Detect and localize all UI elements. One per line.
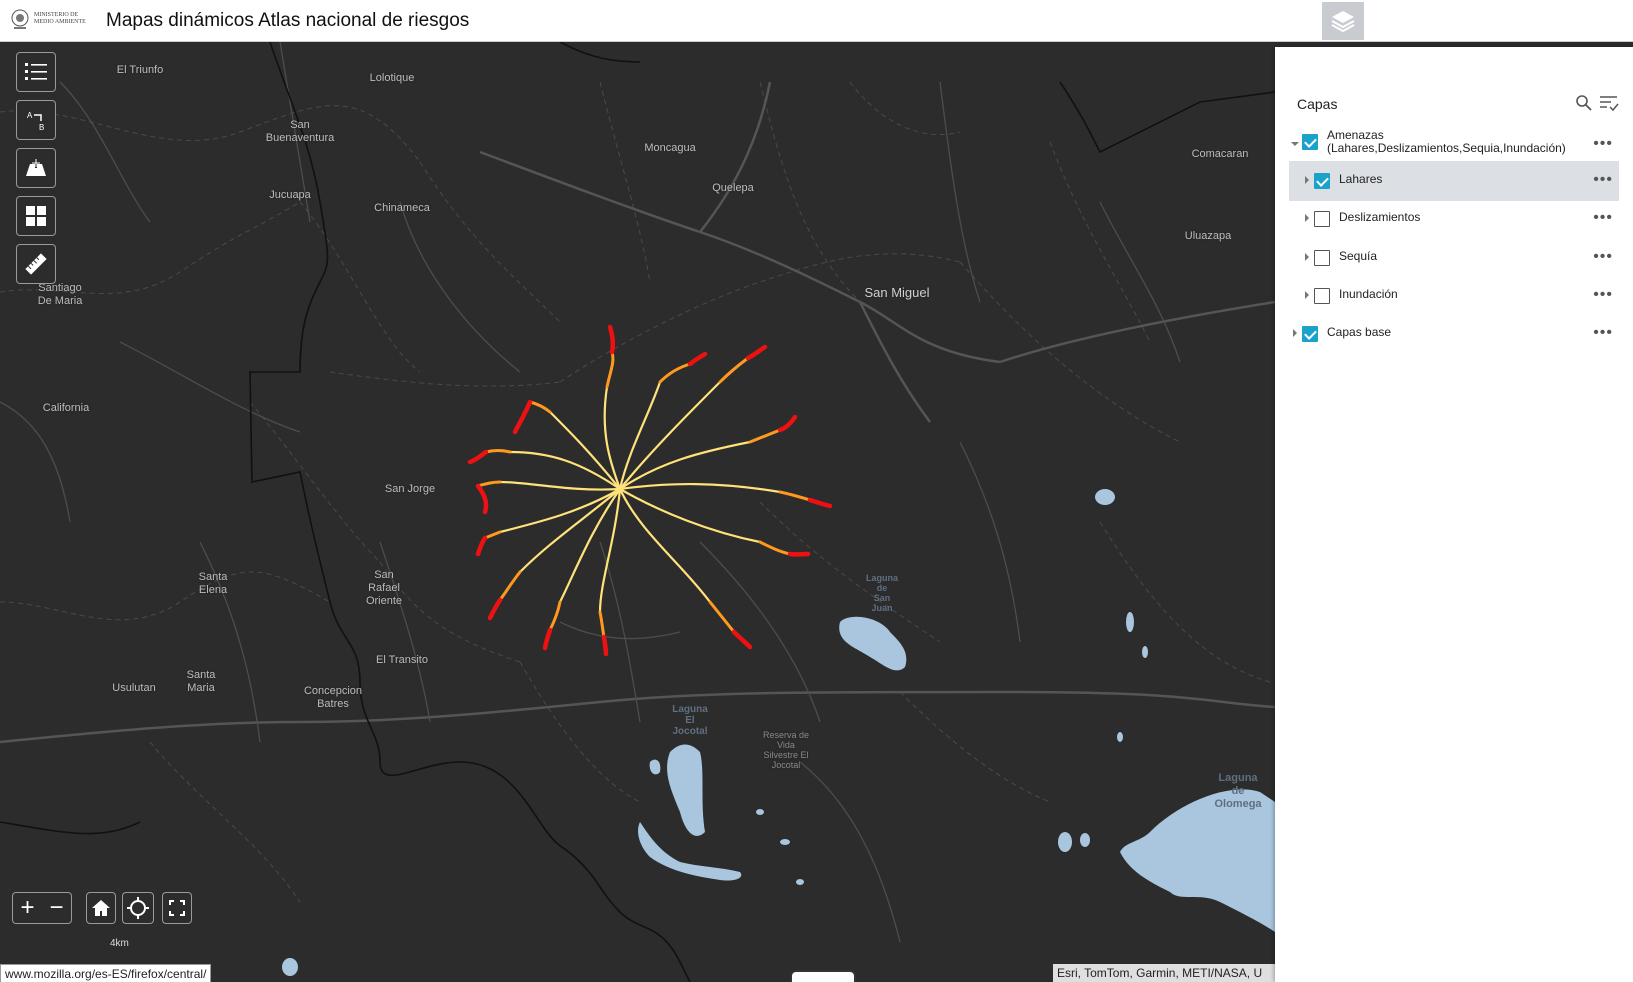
layers-icon xyxy=(1331,11,1355,33)
logo-text: MINISTERIO DE MEDIO AMBIENTE xyxy=(34,12,86,25)
place-label: San Rafael Oriente xyxy=(365,569,403,607)
place-label: Lolotique xyxy=(369,72,415,84)
app-header: MINISTERIO DE MEDIO AMBIENTE Mapas dinám… xyxy=(0,0,1633,42)
reserve-label: Reserva de Vida Silvestre El Jocotal xyxy=(762,730,810,770)
directions-a-b-icon: A B xyxy=(27,111,44,132)
layer-visibility-checkbox[interactable] xyxy=(1314,250,1330,266)
fullscreen-icon xyxy=(169,900,185,916)
layer-label: Sequía xyxy=(1339,249,1378,263)
layer-item-inundacion[interactable]: Inundación ••• xyxy=(1289,276,1619,316)
expand-caret-icon[interactable] xyxy=(1305,253,1309,261)
layer-visibility-checkbox[interactable] xyxy=(1314,211,1330,227)
place-label: San Jorge xyxy=(384,483,436,495)
zoom-control: + − xyxy=(12,892,72,924)
layers-toggle-button[interactable] xyxy=(1322,2,1364,40)
add-data-icon xyxy=(26,158,46,176)
fullscreen-button[interactable] xyxy=(162,892,192,924)
expand-caret-icon[interactable] xyxy=(1305,291,1309,299)
place-label: El Transito xyxy=(376,654,428,666)
locate-icon xyxy=(127,897,149,919)
map-attribution[interactable]: Esri, TomTom, Garmin, METI/NASA, U xyxy=(1053,964,1275,982)
layer-visibility-checkbox[interactable] xyxy=(1314,288,1330,304)
measure-ruler-icon xyxy=(25,253,47,275)
layer-list-panel: Capas Amenazas (Lahares,Deslizamientos,S… xyxy=(1275,47,1633,982)
place-label: Comacaran xyxy=(1191,148,1249,160)
expand-caret-icon[interactable] xyxy=(1291,142,1299,146)
scale-bar-label: 4km xyxy=(110,938,129,949)
basemap-gallery-button[interactable] xyxy=(16,196,56,236)
status-url: www.mozilla.org/es-ES/firefox/central/ xyxy=(0,964,212,982)
place-label: Moncagua xyxy=(644,142,696,154)
layer-options-button[interactable]: ••• xyxy=(1593,248,1613,266)
lake-label: Laguna de Olomega xyxy=(1214,772,1262,810)
place-label: San Miguel xyxy=(864,285,930,300)
layer-label: Deslizamientos xyxy=(1339,210,1421,224)
layer-label: Capas base xyxy=(1327,325,1392,339)
zoom-out-button[interactable]: − xyxy=(42,893,71,923)
lahares-layer xyxy=(467,324,833,657)
page-title: Mapas dinámicos Atlas nacional de riesgo… xyxy=(106,10,470,31)
layer-item-amenazas[interactable]: Amenazas (Lahares,Deslizamientos,Sequia,… xyxy=(1289,125,1619,161)
layer-visibility-checkbox[interactable] xyxy=(1314,173,1330,189)
lake-label: Laguna El Jocotal xyxy=(672,704,708,737)
layer-options-button[interactable]: ••• xyxy=(1593,286,1613,304)
layer-options-button[interactable]: ••• xyxy=(1593,171,1613,189)
layer-item-deslizamientos[interactable]: Deslizamientos ••• xyxy=(1289,199,1619,239)
panel-title: Capas xyxy=(1297,96,1338,112)
expand-caret-icon[interactable] xyxy=(1293,329,1297,337)
expand-caret-icon[interactable] xyxy=(1305,176,1309,184)
svg-text:B: B xyxy=(39,123,44,132)
place-label: Jucuapa xyxy=(269,189,311,201)
place-label: Santa Elena xyxy=(198,571,228,596)
bottom-panel-tab[interactable] xyxy=(790,970,856,982)
map-view[interactable]: El Triunfo Lolotique San Buenaventura Mo… xyxy=(0,42,1275,982)
layer-label: Amenazas (Lahares,Deslizamientos,Sequia,… xyxy=(1327,128,1566,155)
place-label: Santa Maria xyxy=(186,669,216,694)
place-label: Usulutan xyxy=(112,682,156,694)
layer-options-button[interactable]: ••• xyxy=(1593,209,1613,227)
place-label: Chinameca xyxy=(374,202,430,214)
zoom-in-button[interactable]: + xyxy=(13,893,42,923)
place-label: El Triunfo xyxy=(116,64,164,76)
ministry-seal-icon xyxy=(11,9,29,29)
place-label: California xyxy=(42,402,90,414)
locate-button[interactable] xyxy=(122,892,154,924)
place-label: Concepcion Batres xyxy=(303,685,363,710)
legend-button[interactable] xyxy=(16,52,56,92)
place-label: San Buenaventura xyxy=(265,119,335,144)
legend-list-icon xyxy=(25,63,47,80)
layer-item-lahares[interactable]: Lahares ••• xyxy=(1289,161,1619,201)
add-data-button[interactable] xyxy=(16,148,56,188)
layer-item-sequia[interactable]: Sequía ••• xyxy=(1289,238,1619,278)
measure-button[interactable] xyxy=(16,244,56,284)
place-label: Santiago De Maria xyxy=(37,282,83,307)
layer-label: Inundación xyxy=(1339,287,1398,301)
directions-button[interactable]: A B xyxy=(16,100,56,140)
layer-options-button[interactable]: ••• xyxy=(1593,324,1613,342)
home-icon xyxy=(92,900,110,916)
place-label: Uluazapa xyxy=(1184,230,1232,242)
layer-label: Lahares xyxy=(1339,172,1383,186)
layer-visibility-checkbox[interactable] xyxy=(1302,326,1318,342)
layer-item-capas-base[interactable]: Capas base ••• xyxy=(1289,314,1619,354)
basemap xyxy=(0,42,1275,982)
search-icon[interactable] xyxy=(1575,94,1593,112)
ministry-logo: MINISTERIO DE MEDIO AMBIENTE xyxy=(10,8,95,34)
lake-label: Laguna de San Juan xyxy=(865,573,899,613)
svg-text:A: A xyxy=(27,111,33,120)
filter-list-icon[interactable] xyxy=(1599,94,1619,112)
expand-caret-icon[interactable] xyxy=(1305,214,1309,222)
basemap-gallery-icon xyxy=(26,206,46,226)
layer-visibility-checkbox[interactable] xyxy=(1302,134,1318,150)
layer-options-button[interactable]: ••• xyxy=(1593,135,1613,153)
home-button[interactable] xyxy=(86,892,116,924)
place-label: Quelepa xyxy=(712,182,754,194)
